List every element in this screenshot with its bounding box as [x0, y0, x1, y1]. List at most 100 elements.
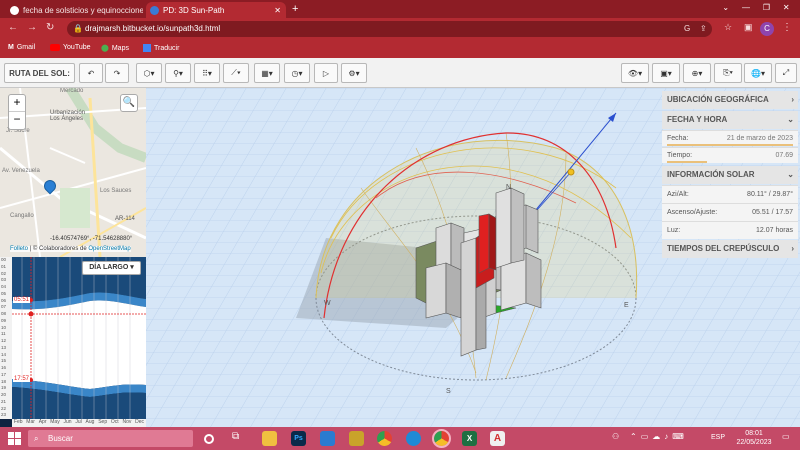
language-button[interactable]: 🌐▾ — [744, 63, 772, 83]
back-icon[interactable]: ← — [8, 22, 18, 33]
map-search-button[interactable]: 🔍 — [120, 94, 138, 112]
view-button[interactable]: 👁▾ — [621, 63, 649, 83]
tab-sunpath[interactable]: PD: 3D Sun-Path ✕ — [146, 2, 286, 18]
compass-west: W — [324, 300, 331, 307]
dropdown-label: DÍA LARGO — [89, 264, 129, 271]
edge-icon[interactable] — [406, 431, 421, 446]
clock-icon: ◷▾ — [291, 68, 303, 78]
export-button[interactable]: ⎘▾ — [714, 63, 742, 83]
location-map[interactable]: Urbanización Los Ángeles AR-114 Mercado … — [0, 88, 146, 257]
section-title: FECHA Y HORA — [667, 115, 728, 124]
date-time-header[interactable]: FECHA Y HORA ⌄ — [662, 111, 798, 129]
twilight-header[interactable]: TIEMPOS DEL CREPÚSCULO › — [662, 240, 798, 258]
month-tick-label: Apr — [38, 419, 47, 425]
leaflet-link[interactable]: Folleto — [10, 246, 28, 252]
grid-button[interactable]: ⠿▾ — [194, 63, 220, 83]
notifications-icon[interactable]: ▭ — [782, 432, 790, 441]
time-slider-track[interactable] — [667, 161, 707, 163]
expand-icon: ⤢ — [782, 68, 790, 77]
zoom-out-button[interactable]: − — [9, 112, 25, 129]
date-slider-track[interactable] — [667, 144, 793, 146]
geo-location-header[interactable]: UBICACIÓN GEOGRÁFICA › — [662, 91, 798, 109]
chrome-active-icon[interactable] — [432, 429, 451, 448]
zoom-in-button[interactable]: + — [9, 95, 25, 112]
restore-icon[interactable]: ❐ — [763, 3, 770, 12]
close-window-icon[interactable]: ✕ — [783, 3, 790, 12]
long-day-dropdown[interactable]: DÍA LARGO ▾ — [82, 261, 141, 275]
new-tab-button[interactable]: + — [292, 3, 298, 15]
solar-info-header[interactable]: INFORMACIÓN SOLAR ⌄ — [662, 166, 798, 184]
file-explorer-icon[interactable] — [262, 431, 277, 446]
mail-icon[interactable] — [320, 431, 335, 446]
tab-solsticios[interactable]: fecha de solsticios y equinocciones ✕ — [6, 2, 143, 18]
photoshop-icon[interactable]: Ps — [291, 431, 306, 446]
time-value[interactable]: 07.69 — [775, 152, 793, 159]
azalt-row: Azi/Alt: 80.11° / 29.87° — [662, 185, 798, 203]
map-coords: -16.40574769°, -71.54628880° — [50, 236, 133, 242]
menu-kebab-icon[interactable]: ⋮ — [782, 22, 792, 33]
map-label: AR-114 — [115, 216, 135, 222]
language-indicator[interactable]: ESP — [711, 434, 725, 441]
profile-avatar[interactable]: C — [760, 22, 774, 36]
url-field[interactable]: 🔒 drajmarsh.bitbucket.io/sunpath3d.html — [67, 21, 712, 37]
translate-icon[interactable]: G — [684, 24, 690, 33]
autocad-icon[interactable]: A — [490, 431, 505, 446]
redo-button[interactable]: ↷ — [105, 63, 129, 83]
clock-button[interactable]: ◷▾ — [284, 63, 310, 83]
tray-icons[interactable]: ⌃▭☁♪⌨ — [630, 432, 688, 441]
cortana-icon[interactable] — [204, 434, 214, 444]
taskbar-search[interactable]: ⌕ Buscar — [28, 430, 193, 447]
clock[interactable]: 08:01 22/05/2023 — [734, 429, 774, 447]
play-button[interactable]: ▷ — [314, 63, 338, 83]
location-button[interactable]: ⚲▾ — [165, 63, 191, 83]
month-tick-label: May — [50, 419, 60, 425]
section-title: TIEMPOS DEL CREPÚSCULO — [667, 244, 780, 253]
settings-app-icon[interactable] — [349, 431, 364, 446]
caret-down-icon: ▾ — [130, 264, 134, 271]
chevron-down-icon: ⌄ — [787, 115, 794, 124]
hour-tick-label: 16 — [1, 365, 7, 370]
chevron-down-icon[interactable]: ⌄ — [722, 3, 729, 12]
chrome-icon[interactable] — [377, 431, 392, 446]
hour-tick-label: 03 — [1, 277, 7, 283]
daylight-chart[interactable]: 00 01 02 03 04 05 06 07 08 09 10 11 12 13 14 15 16 17 18 19… — [0, 257, 146, 427]
hour-tick-label: 06 — [1, 297, 7, 303]
undo-icon: ↶ — [87, 68, 95, 78]
start-button[interactable] — [8, 432, 21, 445]
model-button[interactable]: ⬡▾ — [136, 63, 162, 83]
share-icon[interactable]: ⇪ — [700, 24, 707, 33]
side-panel-icon[interactable]: ▣ — [744, 22, 753, 33]
bookmark-gmail[interactable]: M Gmail — [8, 44, 35, 51]
translate-icon — [143, 44, 151, 52]
monitor-icon: ▣▾ — [660, 68, 672, 78]
analysis-button[interactable]: ⟋▾ — [223, 63, 249, 83]
forward-icon[interactable]: → — [27, 22, 37, 33]
settings-button[interactable]: ⚙▾ — [341, 63, 367, 83]
excel-icon[interactable]: X — [462, 431, 477, 446]
date-value[interactable]: 21 de marzo de 2023 — [727, 135, 793, 142]
reload-icon[interactable]: ↻ — [46, 22, 54, 33]
map-label: Urbanización Los Ángeles — [50, 110, 86, 122]
calendar-button[interactable]: ▦▾ — [254, 63, 280, 83]
sun-path-button[interactable]: RUTA DEL SOL: — [4, 63, 75, 83]
task-view-icon[interactable]: ⧉ — [232, 431, 247, 446]
bookmark-maps[interactable]: ⬤ Maps — [101, 44, 129, 53]
month-tick-label: Feb — [13, 419, 23, 425]
hour-tick-label: 21 — [1, 398, 7, 404]
osm-link[interactable]: OpenStreetMap — [88, 246, 130, 252]
globe-button[interactable]: ⊕▾ — [683, 63, 711, 83]
bookmark-translate[interactable]: Traducir — [143, 44, 179, 52]
month-tick-label: Jul — [75, 419, 82, 425]
close-tab-icon[interactable]: ✕ — [274, 6, 281, 15]
window-controls[interactable]: ⌄ — ❐ ✕ — [716, 3, 796, 12]
tray-people-icon[interactable]: ⚇ — [612, 432, 619, 441]
display-button[interactable]: ▣▾ — [652, 63, 680, 83]
minimize-icon[interactable]: — — [742, 3, 750, 12]
bookmark-star-icon[interactable]: ☆ — [724, 22, 732, 33]
undo-button[interactable]: ↶ — [79, 63, 103, 83]
clock-time: 08:01 — [745, 430, 763, 437]
bookmark-youtube[interactable]: YouTube — [50, 44, 91, 51]
info-panel: UBICACIÓN GEOGRÁFICA › FECHA Y HORA ⌄ Fe… — [662, 88, 798, 260]
fullscreen-button[interactable]: ⤢ — [775, 63, 797, 83]
hour-tick-label: 12 — [1, 338, 7, 343]
